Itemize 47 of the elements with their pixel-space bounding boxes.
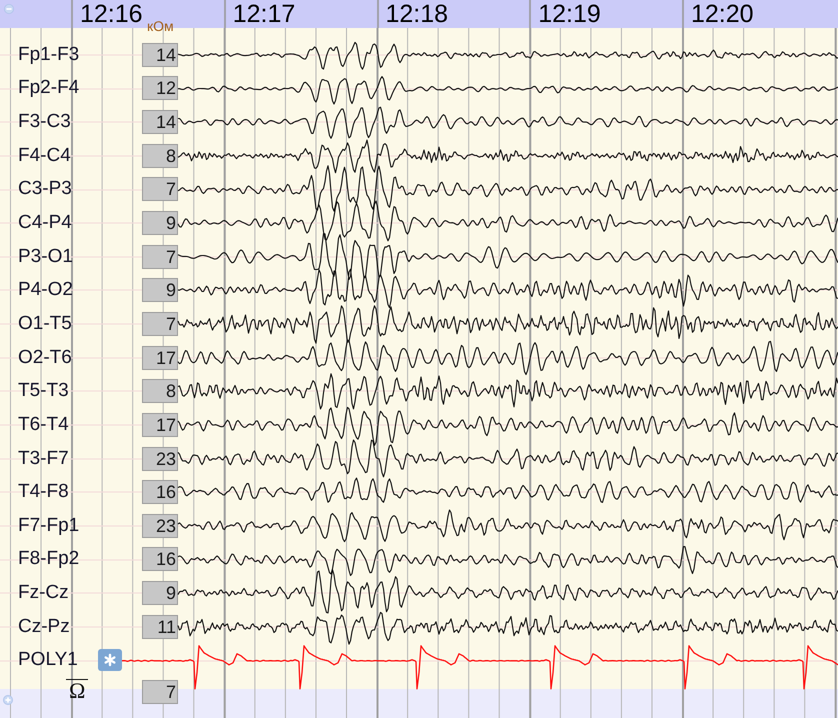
channel-label: F4-C4 bbox=[18, 144, 71, 167]
unit-label: кОм bbox=[147, 19, 174, 34]
channel-label: Cz-Pz bbox=[18, 616, 70, 638]
asterisk-icon[interactable] bbox=[98, 649, 122, 672]
time-label: 12:18 bbox=[386, 0, 448, 28]
channel-label: P3-O1 bbox=[18, 246, 73, 268]
impedance-value: 9 bbox=[142, 278, 178, 302]
impedance-value: 9 bbox=[142, 211, 178, 236]
impedance-value: 8 bbox=[142, 144, 178, 168]
channel-label: Fp2-F4 bbox=[18, 77, 80, 100]
channel-label: C4-P4 bbox=[18, 212, 72, 234]
channel-label: T6-T4 bbox=[18, 414, 69, 436]
channel-label: T4-F8 bbox=[18, 481, 69, 504]
impedance-value: 14 bbox=[142, 42, 178, 67]
channel-label: O2-T6 bbox=[18, 346, 72, 369]
impedance-value: 16 bbox=[142, 547, 178, 572]
impedance-value: 9 bbox=[142, 581, 178, 606]
impedance-value: 17 bbox=[142, 412, 178, 437]
impedance-value: 14 bbox=[142, 110, 178, 134]
impedance-value: 7 bbox=[142, 177, 178, 202]
impedance-value: 12 bbox=[142, 76, 178, 100]
time-label: 12:20 bbox=[691, 0, 754, 28]
channel-label: F8-Fp2 bbox=[18, 548, 80, 570]
channel-label: O1-T5 bbox=[18, 312, 72, 335]
time-label: 12:17 bbox=[232, 0, 296, 28]
time-label: 12:16 bbox=[80, 0, 143, 28]
impedance-value: 16 bbox=[142, 480, 178, 504]
impedance-value: 7 bbox=[142, 244, 178, 269]
channel-label: T3-F7 bbox=[18, 448, 69, 470]
impedance-value: 7 bbox=[142, 680, 178, 704]
channel-label: F7-Fp1 bbox=[18, 514, 80, 537]
channel-label: POLY1 bbox=[18, 649, 78, 672]
impedance-value: 23 bbox=[142, 514, 178, 538]
time-label: 12:19 bbox=[538, 0, 601, 28]
impedance-value: 11 bbox=[142, 614, 178, 639]
channel-label: F3-C3 bbox=[18, 111, 71, 134]
impedance-value: 7 bbox=[142, 312, 178, 336]
plus-icon[interactable] bbox=[3, 695, 13, 706]
channel-label: Fp1-F3 bbox=[18, 44, 80, 66]
channel-label: P4-O2 bbox=[18, 279, 73, 302]
channel-label: T5-T3 bbox=[18, 380, 69, 402]
channel-label: C3-P3 bbox=[18, 178, 72, 200]
impedance-value: 8 bbox=[142, 379, 178, 404]
impedance-value: 17 bbox=[142, 346, 178, 370]
channel-label: Fz-Cz bbox=[18, 582, 69, 604]
impedance-value: 23 bbox=[142, 446, 178, 470]
minus-icon[interactable] bbox=[4, 4, 14, 14]
